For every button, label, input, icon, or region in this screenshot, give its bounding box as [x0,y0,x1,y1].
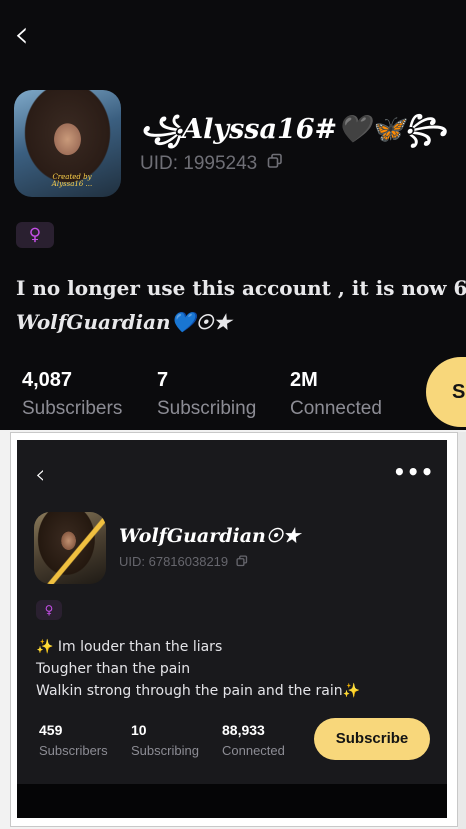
bio: I no longer use this account , it is now… [16,276,466,334]
stat-label: Subscribers [39,743,108,758]
profile-screen-primary: ‹ Created by Alyssa16 ... ꧁Alyssa16#🖤🦋꧂ … [0,0,466,430]
bio-line: ✨ Im louder than the liars [36,639,223,655]
uid-text: UID: 67816038219 [119,554,229,569]
copy-icon[interactable] [267,153,283,175]
bio-line: Tougher than the pain [36,661,191,677]
subscribe-button[interactable]: Subscribe [314,718,430,760]
bio: ✨ Im louder than the liars Tougher than … [36,636,360,702]
stat-value: 88,933 [222,722,265,738]
stat-value: 459 [39,722,63,738]
uid-text: UID: 1995243 [140,153,258,175]
stat-label: Subscribing [157,398,257,419]
avatar-watermark: Created by Alyssa16 ... [51,172,93,189]
stat-label: Subscribing [131,743,199,758]
username: WolfGuardian☉★ [119,525,300,547]
stat-label: Subscribers [22,398,123,419]
edge-strip [458,432,466,829]
bio-line: WolfGuardian💙☉★ [16,310,232,334]
gender-badge: ♀ [16,222,54,248]
subscribers-stat[interactable]: 4,087 Subscribers [22,369,122,420]
stat-value: 10 [131,722,147,738]
gender-badge: ♀ [36,600,62,620]
bottom-bar [17,784,447,818]
subscribe-button[interactable]: S [426,357,466,427]
connected-stat[interactable]: 2M Connected [290,369,382,420]
connected-stat[interactable]: 88,933 Connected [222,722,285,758]
back-button[interactable]: ‹ [35,462,45,488]
stat-value: 4,087 [22,369,73,391]
bio-line: Walkin strong through the pain and the r… [36,683,361,699]
stat-value: 7 [157,369,169,391]
copy-icon[interactable] [236,555,248,570]
stat-value: 2M [290,369,318,391]
subscribing-stat[interactable]: 7 Subscribing [157,369,256,420]
uid-row[interactable]: UID: 67816038219 [119,554,248,570]
avatar[interactable]: Created by Alyssa16 ... [14,90,121,197]
subscribing-stat[interactable]: 10 Subscribing [131,722,199,758]
profile-screen-secondary: ‹ ••• WolfGuardian☉★ UID: 67816038219 ♀ … [17,440,447,818]
avatar[interactable] [34,512,106,584]
stat-label: Connected [222,743,285,758]
back-button[interactable]: ‹ [14,15,29,53]
subscribers-stat[interactable]: 459 Subscribers [39,722,108,758]
stat-label: Connected [290,398,382,419]
uid-row[interactable]: UID: 1995243 [140,153,283,175]
more-options-icon[interactable]: ••• [393,462,434,482]
bio-line: I no longer use this account , it is now… [16,276,466,300]
